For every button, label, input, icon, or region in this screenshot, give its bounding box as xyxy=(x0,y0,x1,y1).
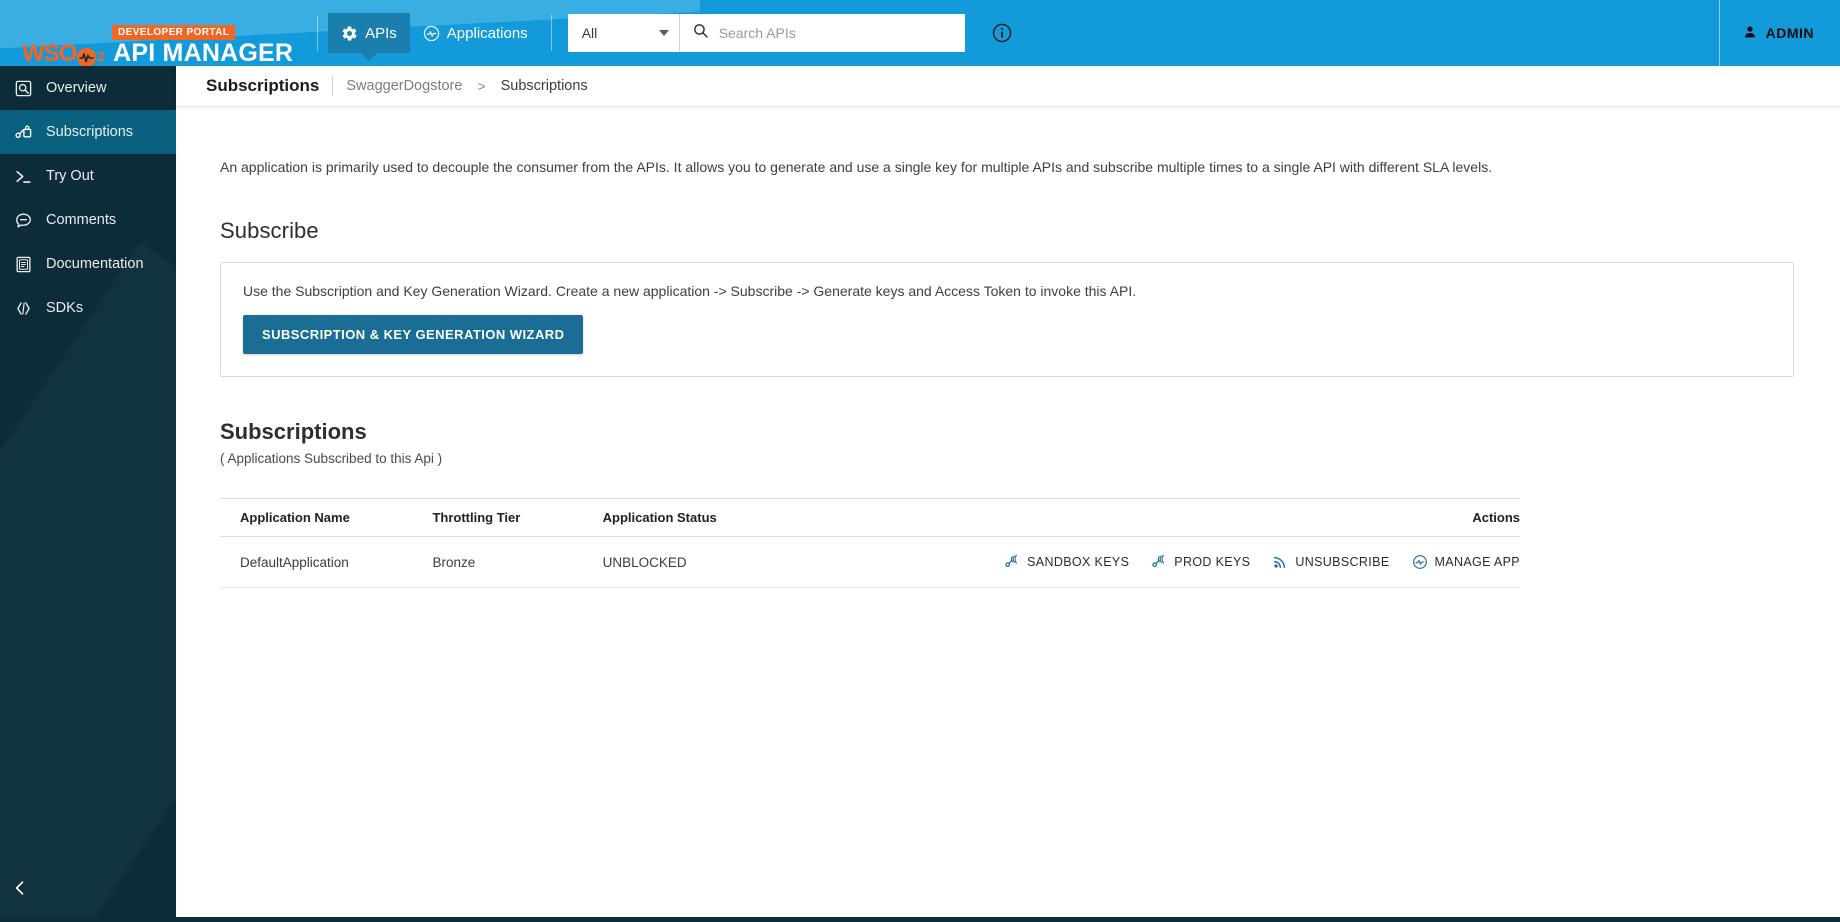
sidebar: Overview Subscriptions Try Out Comments … xyxy=(0,66,176,922)
unsubscribe-button[interactable]: UNSUBSCRIBE xyxy=(1272,554,1389,570)
breadcrumb-current: Subscriptions xyxy=(500,78,588,94)
table-row: DefaultApplication Bronze UNBLOCKED SAND… xyxy=(220,536,1520,588)
sidebar-item-documentation[interactable]: Documentation xyxy=(0,242,176,286)
sidebar-item-overview[interactable]: Overview xyxy=(0,66,176,110)
page-title: Subscriptions xyxy=(206,76,320,95)
manage-app-label: MANAGE APP xyxy=(1434,555,1520,569)
header-nav-tabs: APIs Applications xyxy=(328,0,541,66)
rss-unsubscribe-icon xyxy=(1272,554,1288,570)
info-circle-icon[interactable] xyxy=(989,20,1015,46)
wso2-logo-mark: WSO 2 xyxy=(22,40,105,66)
key-prod-icon xyxy=(1151,554,1167,570)
comment-bubble-icon xyxy=(14,211,33,230)
sidebar-collapse-button[interactable] xyxy=(0,868,176,912)
sidebar-item-sdks[interactable]: SDKs xyxy=(0,286,176,330)
code-brackets-icon xyxy=(14,299,33,318)
developer-portal-badge: DEVELOPER PORTAL xyxy=(112,25,236,40)
overview-magnifier-icon xyxy=(14,79,33,98)
sidebar-item-overview-label: Overview xyxy=(46,80,107,96)
search-box[interactable] xyxy=(679,14,965,52)
bottom-strip xyxy=(0,917,1840,922)
brand-logo[interactable]: DEVELOPER PORTAL WSO 2 API MANAGER xyxy=(0,0,307,66)
sandbox-keys-button[interactable]: SANDBOX KEYS xyxy=(1004,554,1129,570)
cell-application-status: UNBLOCKED xyxy=(602,536,1005,588)
sidebar-item-sdks-label: SDKs xyxy=(46,300,84,316)
column-actions: Actions xyxy=(1004,498,1520,537)
tab-applications-label: Applications xyxy=(446,24,528,42)
sidebar-item-comments-label: Comments xyxy=(46,212,117,228)
brand-title: API MANAGER xyxy=(113,39,294,66)
cell-throttling-tier: Bronze xyxy=(432,536,603,588)
column-application-name: Application Name xyxy=(220,498,433,537)
header-right-group: ADMIN xyxy=(1718,0,1840,66)
main-content: Subscriptions SwaggerDogstore > Subscrip… xyxy=(176,66,1840,922)
prod-keys-label: PROD KEYS xyxy=(1174,555,1251,569)
subscriptions-key-icon xyxy=(14,123,33,142)
column-throttling-tier: Throttling Tier xyxy=(432,498,603,537)
sandbox-keys-label: SANDBOX KEYS xyxy=(1027,555,1130,569)
applications-icon xyxy=(423,25,440,42)
search-input[interactable] xyxy=(718,25,953,41)
manage-app-icon xyxy=(1412,554,1428,570)
header-divider-1 xyxy=(317,15,319,51)
subscriptions-subheading: ( Applications Subscribed to this Api ) xyxy=(220,451,443,466)
subscriptions-heading: Subscriptions xyxy=(220,419,367,444)
subscription-key-generation-wizard-button[interactable]: SUBSCRIPTION & KEY GENERATION WIZARD xyxy=(243,315,584,354)
sidebar-item-documentation-label: Documentation xyxy=(46,256,144,272)
sidebar-nav-list: Overview Subscriptions Try Out Comments … xyxy=(0,66,176,330)
chevron-left-icon xyxy=(10,878,30,903)
column-application-status: Application Status xyxy=(602,498,1005,537)
breadcrumb: Subscriptions SwaggerDogstore > Subscrip… xyxy=(176,66,1840,107)
subscriptions-table: Application Name Throttling Tier Applica… xyxy=(220,498,1520,588)
tab-applications[interactable]: Applications xyxy=(410,13,541,53)
document-icon xyxy=(14,255,33,274)
wizard-card: Use the Subscription and Key Generation … xyxy=(220,262,1794,377)
terminal-prompt-icon xyxy=(14,167,33,186)
lead-description: An application is primarily used to deco… xyxy=(220,159,1493,175)
search-filter-select[interactable]: All xyxy=(567,14,680,52)
search-filter-value: All xyxy=(581,25,598,41)
wso2-logo-circle-icon xyxy=(77,48,97,66)
prod-keys-button[interactable]: PROD KEYS xyxy=(1151,554,1250,570)
table-header-row: Application Name Throttling Tier Applica… xyxy=(220,498,1520,537)
manage-app-button[interactable]: MANAGE APP xyxy=(1412,554,1520,570)
tab-apis-label: APIs xyxy=(365,24,397,42)
sidebar-item-try-out-label: Try Out xyxy=(46,168,94,184)
breadcrumb-chevron-icon: > xyxy=(477,78,486,94)
user-label: ADMIN xyxy=(1765,25,1814,41)
gear-icon xyxy=(341,25,358,42)
cell-actions: SANDBOX KEYS PROD KEYS UNSUBSCRIBE MANAG… xyxy=(1004,536,1520,588)
key-sandbox-icon xyxy=(1004,554,1020,570)
row-actions: SANDBOX KEYS PROD KEYS UNSUBSCRIBE MANAG… xyxy=(1004,554,1520,570)
sidebar-item-subscriptions-label: Subscriptions xyxy=(46,124,134,140)
table-header: Application Name Throttling Tier Applica… xyxy=(220,498,1520,537)
sidebar-item-comments[interactable]: Comments xyxy=(0,198,176,242)
chevron-down-icon xyxy=(658,30,669,36)
search-group: All xyxy=(567,14,965,52)
table-body: DefaultApplication Bronze UNBLOCKED SAND… xyxy=(220,536,1520,588)
user-menu-button[interactable]: ADMIN xyxy=(1720,24,1840,43)
wso2-logo-subscript: 2 xyxy=(97,48,105,64)
subscribe-heading: Subscribe xyxy=(220,218,319,243)
sidebar-item-subscriptions[interactable]: Subscriptions xyxy=(0,110,176,154)
wizard-description: Use the Subscription and Key Generation … xyxy=(243,283,1137,299)
sidebar-item-try-out[interactable]: Try Out xyxy=(0,154,176,198)
tab-apis[interactable]: APIs xyxy=(328,13,410,61)
person-icon xyxy=(1742,24,1758,43)
breadcrumb-divider xyxy=(332,76,334,96)
cell-application-name: DefaultApplication xyxy=(220,536,433,588)
unsubscribe-label: UNSUBSCRIBE xyxy=(1295,555,1390,569)
breadcrumb-api-link[interactable]: SwaggerDogstore xyxy=(346,78,462,94)
search-icon xyxy=(692,22,709,44)
wso2-logo-text: WSO xyxy=(22,40,77,66)
top-header-bar: DEVELOPER PORTAL WSO 2 API MANAGER APIs … xyxy=(0,0,1840,66)
content-area: An application is primarily used to deco… xyxy=(176,107,1840,588)
header-divider-2 xyxy=(550,15,552,51)
